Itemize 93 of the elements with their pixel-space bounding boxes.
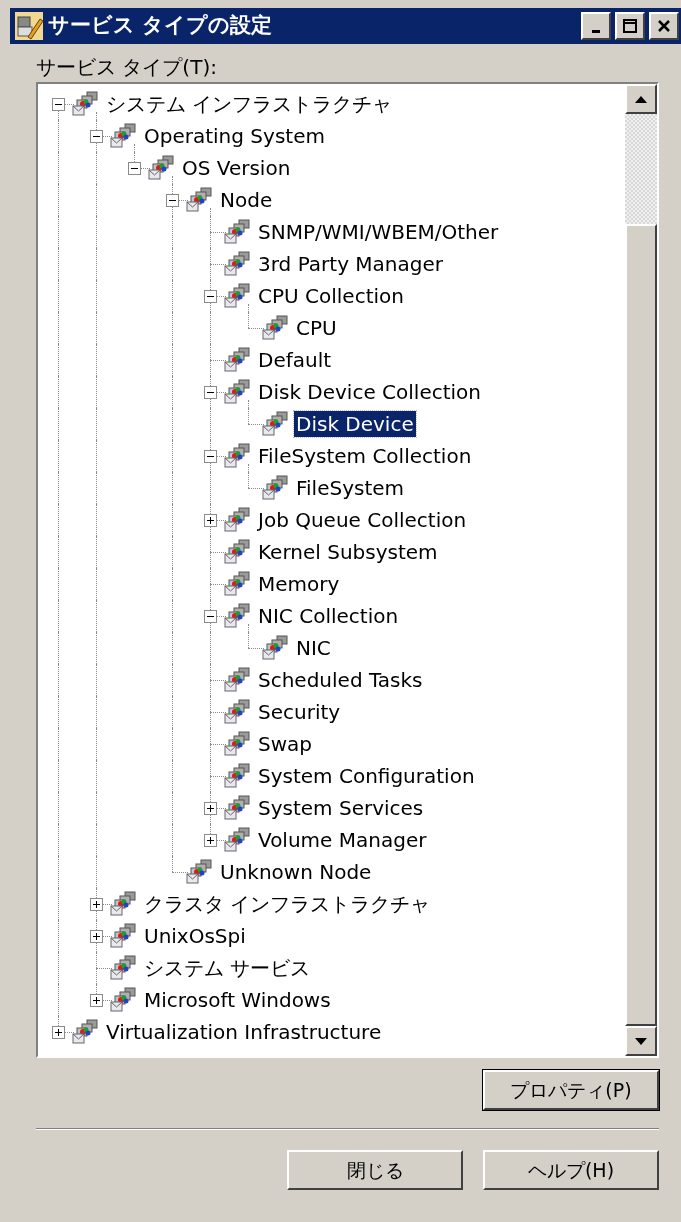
- computers-icon: [71, 90, 101, 118]
- expand-toggle-icon[interactable]: [204, 834, 217, 847]
- tree-item[interactable]: システム サービス: [142, 955, 313, 981]
- computers-icon: [109, 890, 139, 918]
- collapse-toggle-icon[interactable]: [204, 386, 217, 399]
- computers-icon: [109, 954, 139, 982]
- collapse-toggle-icon[interactable]: [166, 194, 179, 207]
- tree-item[interactable]: System Services: [256, 795, 426, 821]
- computers-icon: [223, 730, 253, 758]
- tree-item[interactable]: CPU Collection: [256, 283, 406, 309]
- tree-item[interactable]: System Configuration: [256, 763, 477, 789]
- properties-button[interactable]: プロパティ(P): [483, 1070, 659, 1110]
- tree-item[interactable]: Operating System: [142, 123, 327, 149]
- collapse-toggle-icon[interactable]: [128, 162, 141, 175]
- minimize-button[interactable]: [581, 12, 611, 40]
- scrollbar[interactable]: [625, 84, 657, 1056]
- computers-icon: [223, 538, 253, 566]
- computers-icon: [109, 922, 139, 950]
- computers-icon: [109, 122, 139, 150]
- computers-icon: [185, 186, 215, 214]
- tree-item[interactable]: UnixOsSpi: [142, 923, 248, 949]
- close-button[interactable]: [649, 12, 679, 40]
- computers-icon: [261, 634, 291, 662]
- maximize-icon: [623, 19, 637, 33]
- computers-icon: [109, 986, 139, 1014]
- expand-toggle-icon[interactable]: [204, 514, 217, 527]
- computers-icon: [223, 826, 253, 854]
- computers-icon: [223, 698, 253, 726]
- close-dialog-button[interactable]: 閉じる: [287, 1150, 463, 1190]
- computers-icon: [223, 570, 253, 598]
- tree-item[interactable]: クラスタ インフラストラクチャ: [142, 891, 433, 917]
- close-icon: [658, 20, 670, 32]
- scroll-up-button[interactable]: [625, 84, 657, 114]
- tree-item[interactable]: Job Queue Collection: [256, 507, 469, 533]
- computers-icon: [223, 282, 253, 310]
- computers-icon: [261, 474, 291, 502]
- tree-item[interactable]: CPU: [294, 315, 339, 341]
- computers-icon: [71, 1018, 101, 1046]
- tree-item[interactable]: Swap: [256, 731, 314, 757]
- computers-icon: [223, 506, 253, 534]
- expand-toggle-icon[interactable]: [52, 1026, 65, 1039]
- minimize-icon: [592, 29, 600, 33]
- tree-item[interactable]: 3rd Party Manager: [256, 251, 445, 277]
- computers-icon: [147, 154, 177, 182]
- computers-icon: [185, 858, 215, 886]
- tree-item[interactable]: Disk Device Collection: [256, 379, 483, 405]
- tree-item[interactable]: Microsoft Windows: [142, 987, 333, 1013]
- scroll-down-button[interactable]: [625, 1026, 657, 1056]
- scroll-thumb[interactable]: [625, 224, 657, 1026]
- computers-icon: [223, 442, 253, 470]
- maximize-button[interactable]: [615, 12, 645, 40]
- tree-item[interactable]: NIC Collection: [256, 603, 401, 629]
- computers-icon: [223, 250, 253, 278]
- tree-item[interactable]: システム インフラストラクチャ: [104, 91, 395, 117]
- collapse-toggle-icon[interactable]: [52, 98, 65, 111]
- tree-item[interactable]: Security: [256, 699, 343, 725]
- tree-item[interactable]: Unknown Node: [218, 859, 374, 885]
- help-button[interactable]: ヘルプ(H): [483, 1150, 659, 1190]
- down-arrow-icon: [635, 1037, 647, 1045]
- tree-item[interactable]: Memory: [256, 571, 342, 597]
- computers-icon: [223, 218, 253, 246]
- tree-item[interactable]: Kernel Subsystem: [256, 539, 440, 565]
- computers-icon: [223, 762, 253, 790]
- expand-toggle-icon[interactable]: [90, 930, 103, 943]
- computers-icon: [223, 346, 253, 374]
- collapse-toggle-icon[interactable]: [90, 130, 103, 143]
- computers-icon: [223, 378, 253, 406]
- expand-toggle-icon[interactable]: [90, 994, 103, 1007]
- app-icon: [14, 11, 44, 41]
- window-title: サービス タイプの設定: [48, 12, 274, 40]
- tree-item[interactable]: FileSystem Collection: [256, 443, 474, 469]
- computers-icon: [223, 602, 253, 630]
- expand-toggle-icon[interactable]: [204, 802, 217, 815]
- tree-item[interactable]: FileSystem: [294, 475, 407, 501]
- collapse-toggle-icon[interactable]: [204, 450, 217, 463]
- tree-item[interactable]: Node: [218, 187, 275, 213]
- expand-toggle-icon[interactable]: [90, 898, 103, 911]
- tree-item[interactable]: SNMP/WMI/WBEM/Other: [256, 219, 501, 245]
- computers-icon: [261, 410, 291, 438]
- collapse-toggle-icon[interactable]: [204, 290, 217, 303]
- tree-item[interactable]: OS Version: [180, 155, 293, 181]
- computers-icon: [261, 314, 291, 342]
- tree-label: サービス タイプ(T):: [36, 54, 218, 81]
- computers-icon: [223, 666, 253, 694]
- computers-icon: [223, 794, 253, 822]
- tree-item[interactable]: NIC: [294, 635, 333, 661]
- tree-item[interactable]: Default: [256, 347, 334, 373]
- collapse-toggle-icon[interactable]: [204, 610, 217, 623]
- tree-item[interactable]: Scheduled Tasks: [256, 667, 425, 693]
- up-arrow-icon: [635, 95, 647, 103]
- tree-item[interactable]: Volume Manager: [256, 827, 429, 853]
- tree-item[interactable]: Virtualization Infrastructure: [104, 1019, 384, 1045]
- tree-item[interactable]: Disk Device: [294, 411, 416, 437]
